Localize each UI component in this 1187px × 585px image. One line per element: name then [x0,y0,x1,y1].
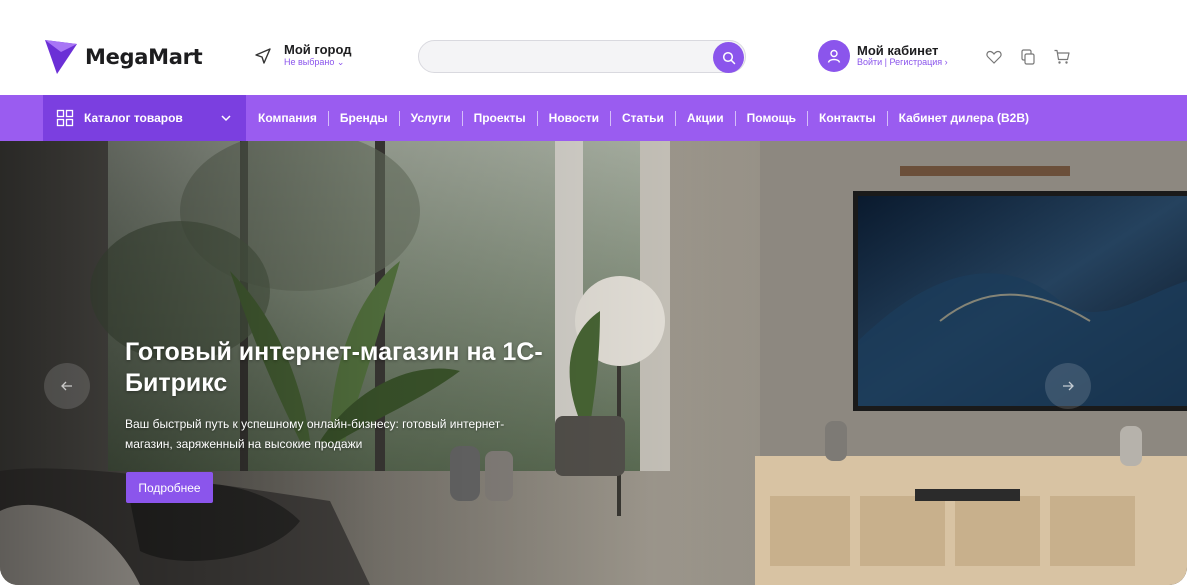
nav-divider [886,110,888,126]
nav-item-contacts[interactable]: Контакты [819,111,876,125]
heart-icon[interactable] [985,48,1003,66]
user-icon [827,49,841,63]
grid-icon [56,109,74,127]
navigation-arrow-icon [255,47,271,64]
hero-title: Готовый интернет-магазин на 1С-Битрикс [125,338,543,397]
search-bar [418,40,746,73]
user-avatar [818,40,850,72]
slider-prev-button[interactable] [44,363,90,409]
nav-divider [734,110,736,126]
city-selector[interactable]: Мой город Не выбрано ⌄ [254,43,352,68]
city-subtitle[interactable]: Не выбрано ⌄ [284,57,352,68]
nav-divider [610,110,611,126]
chevron-down-icon [221,115,231,122]
compare-icon[interactable] [1019,48,1037,66]
site-header: MegaMart Мой город Не выбрано ⌄ Мой каби… [0,0,1187,95]
logo[interactable]: MegaMart [43,38,203,76]
main-nav: Каталог товаров Компания Бренды Услуги П… [0,95,1187,141]
account-link[interactable]: Мой кабинет Войти | Регистрация › [818,40,948,72]
nav-item-dealer[interactable]: Кабинет дилера (B2B) [899,111,1029,125]
catalog-button[interactable]: Каталог товаров [43,95,246,141]
nav-divider [327,110,329,126]
arrow-left-icon [61,381,72,391]
catalog-label: Каталог товаров [84,111,183,125]
nav-item-news[interactable]: Новости [549,111,599,125]
nav-item-help[interactable]: Помощь [747,111,796,125]
hero-more-button[interactable]: Подробнее [126,472,213,503]
nav-item-promotions[interactable]: Акции [687,111,724,125]
nav-divider [536,110,538,126]
nav-divider [398,110,400,126]
city-title: Мой город [284,42,352,57]
search-input[interactable] [433,48,703,66]
page: MegaMart Мой город Не выбрано ⌄ Мой каби… [0,0,1187,585]
hero-description: Ваш быстрый путь к успешному онлайн-бизн… [125,417,505,451]
account-title: Мой кабинет [857,43,939,58]
arrow-right-icon [1063,381,1074,391]
nav-item-projects[interactable]: Проекты [474,111,526,125]
nav-item-services[interactable]: Услуги [411,111,451,125]
logo-icon [45,40,77,74]
nav-item-company[interactable]: Компания [258,111,317,125]
search-icon [722,51,735,64]
nav-item-articles[interactable]: Статьи [622,111,664,125]
header-icons [985,48,1071,66]
nav-item-brands[interactable]: Бренды [340,111,388,125]
account-subtitle[interactable]: Войти | Регистрация › [857,57,948,68]
nav-divider [674,110,676,126]
hero-banner: Готовый интернет-магазин на 1С-Битрикс В… [0,141,1187,585]
nav-divider [461,110,463,126]
nav-divider [807,110,809,126]
cart-icon[interactable] [1053,48,1071,66]
search-button[interactable] [713,42,744,73]
nav-menu: Компания Бренды Услуги Проекты Новости С… [258,95,1029,141]
slider-next-button[interactable] [1045,363,1091,409]
logo-text: MegaMart [85,45,203,69]
